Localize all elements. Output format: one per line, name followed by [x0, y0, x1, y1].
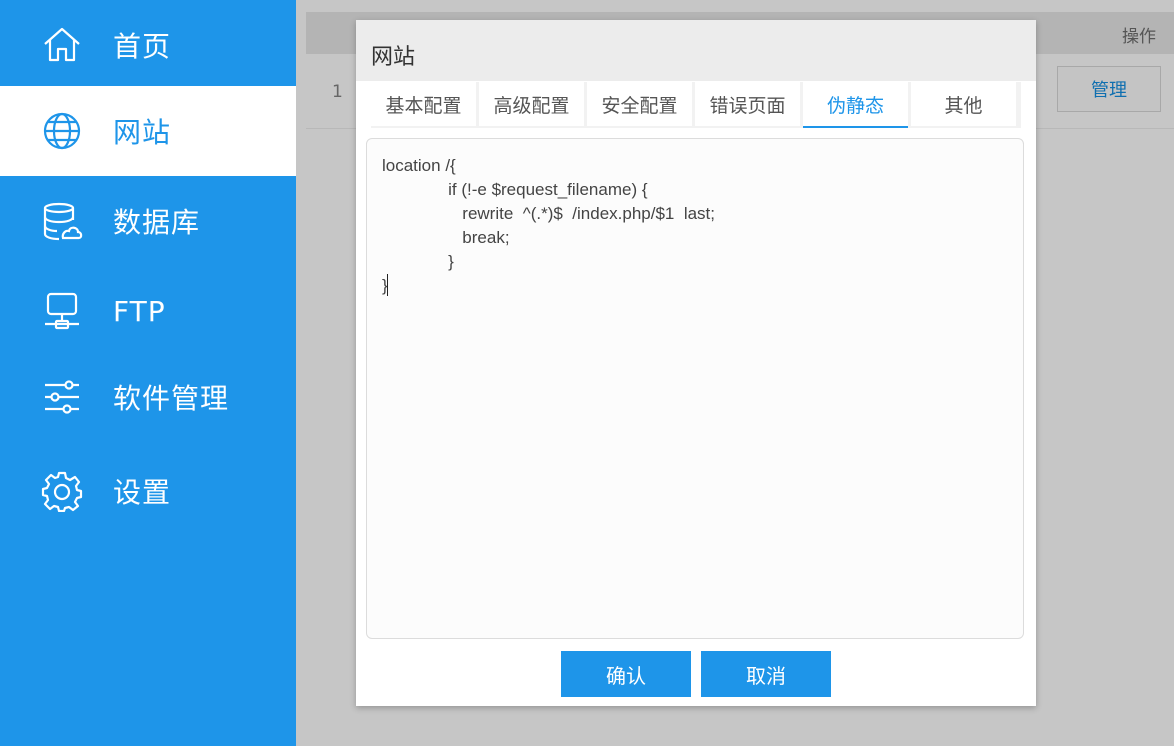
confirm-button[interactable]: 确认 — [561, 651, 691, 697]
gear-icon — [40, 469, 84, 513]
tab-security-config[interactable]: 安全配置 — [587, 82, 692, 126]
website-modal: 网站 基本配置 高级配置 安全配置 错误页面 伪静态 其他 location /… — [356, 20, 1036, 706]
database-icon — [40, 199, 84, 243]
text-cursor — [387, 274, 388, 296]
tab-bar: 基本配置 高级配置 安全配置 错误页面 伪静态 其他 — [371, 82, 1021, 128]
cancel-button[interactable]: 取消 — [701, 651, 831, 697]
modal-title: 网站 — [371, 45, 416, 70]
sidebar-item-ftp[interactable]: FTP — [0, 266, 296, 356]
tab-error-pages[interactable]: 错误页面 — [695, 82, 800, 126]
sidebar: 首页 网站 数据库 FTP 软件管理 设置 — [0, 0, 296, 746]
tab-other[interactable]: 其他 — [911, 82, 1016, 126]
sidebar-item-label: 数据库 — [113, 206, 201, 239]
editor-text: location /{ if (!-e $request_filename) {… — [382, 156, 715, 295]
sidebar-item-label: 首页 — [113, 30, 172, 63]
sidebar-item-label: 软件管理 — [113, 382, 230, 415]
sidebar-item-label: 网站 — [113, 116, 172, 149]
sliders-icon — [40, 375, 84, 419]
globe-icon — [40, 109, 84, 153]
sidebar-item-settings[interactable]: 设置 — [0, 446, 296, 536]
rewrite-rules-editor[interactable]: location /{ if (!-e $request_filename) {… — [366, 138, 1024, 639]
tab-rewrite[interactable]: 伪静态 — [803, 82, 908, 128]
server-icon — [40, 289, 84, 333]
sidebar-item-software[interactable]: 软件管理 — [0, 352, 296, 442]
modal-header: 网站 — [356, 20, 1036, 81]
column-header-actions: 操作 — [1122, 27, 1156, 47]
row-number: 1 — [332, 82, 343, 102]
sidebar-item-label: FTP — [113, 294, 166, 328]
home-icon — [40, 23, 84, 67]
manage-button[interactable]: 管理 — [1057, 66, 1161, 112]
tab-basic-config[interactable]: 基本配置 — [371, 82, 476, 126]
sidebar-item-label: 设置 — [113, 476, 172, 509]
tab-advanced-config[interactable]: 高级配置 — [479, 82, 584, 126]
sidebar-item-website[interactable]: 网站 — [0, 86, 296, 176]
sidebar-item-home[interactable]: 首页 — [0, 0, 296, 90]
sidebar-item-database[interactable]: 数据库 — [0, 176, 296, 266]
